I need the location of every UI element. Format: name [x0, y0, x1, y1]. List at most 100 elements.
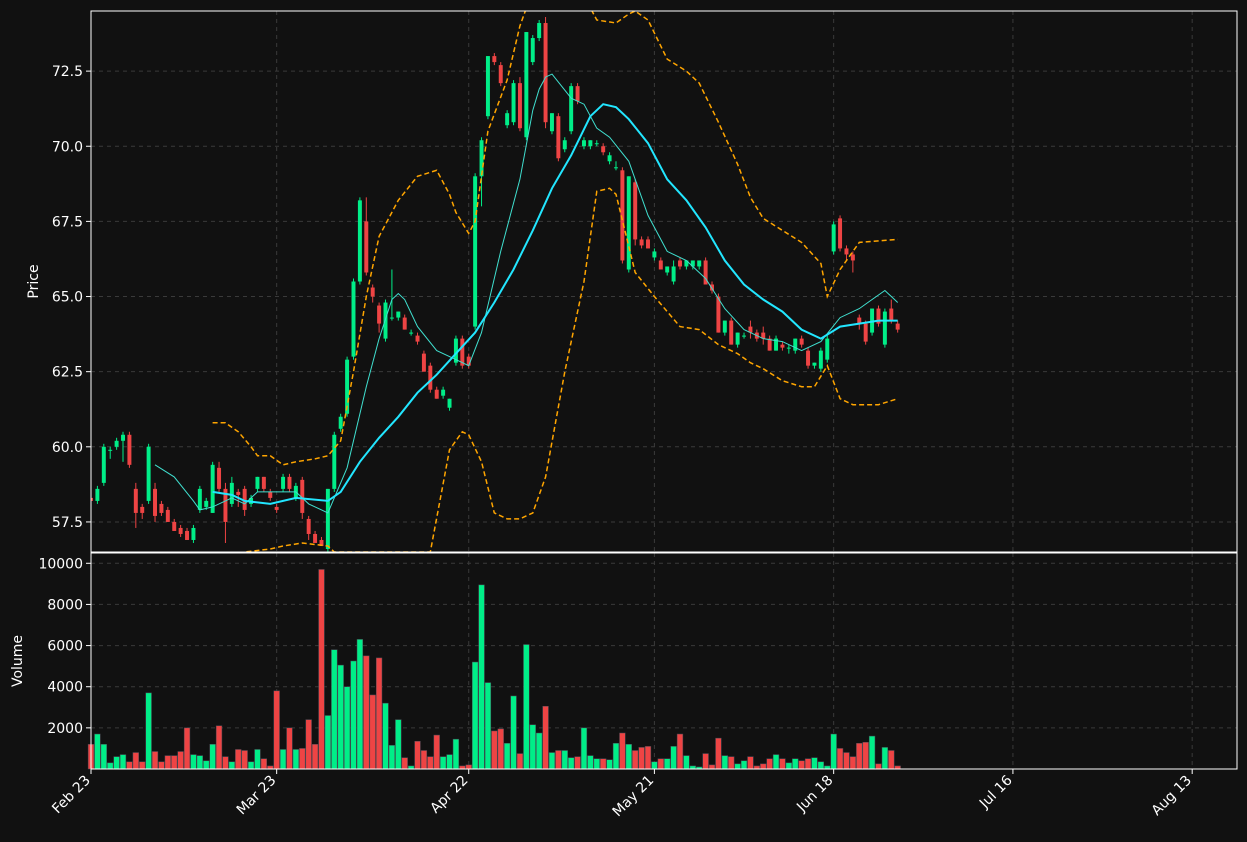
candle-body: [722, 320, 727, 333]
candle-body: [710, 284, 715, 291]
volume-bar: [721, 755, 728, 770]
volume-bar: [375, 657, 383, 770]
candle-body: [325, 488, 330, 549]
volume-bar: [427, 756, 434, 770]
volume-bar: [600, 758, 607, 770]
volume-bar: [395, 719, 402, 770]
candle-body: [159, 503, 164, 513]
volume-bar: [472, 661, 479, 770]
candle-body: [601, 146, 606, 153]
candle-body: [780, 344, 785, 348]
volume-bar: [286, 727, 293, 770]
volume-bar: [632, 750, 639, 770]
volume-bar: [606, 759, 613, 770]
volume-bar: [830, 733, 837, 770]
candle-body: [473, 176, 478, 327]
candle-body: [882, 311, 887, 345]
volume-tick-label: 4000: [47, 680, 83, 696]
volume-bar: [446, 754, 453, 770]
volume-bar: [702, 753, 709, 770]
volume-bar: [260, 758, 267, 770]
volume-tick-label: 10000: [38, 556, 83, 572]
candle-body: [229, 482, 234, 504]
volume-bar: [561, 750, 568, 770]
volume-bar: [772, 754, 780, 770]
volume-bar: [708, 764, 716, 770]
candle-body: [281, 476, 286, 489]
volume-bar: [612, 743, 620, 770]
candle-body: [306, 518, 311, 534]
candle-body: [812, 362, 817, 366]
candle-body: [274, 506, 279, 510]
candle-body: [127, 434, 132, 465]
candle-body: [172, 521, 177, 531]
candle-body: [575, 86, 580, 102]
candle-body: [825, 338, 830, 360]
candle-body: [421, 353, 426, 372]
candle-body: [767, 338, 772, 351]
candle-body: [889, 308, 894, 321]
candle-body: [850, 254, 855, 261]
candle-body: [665, 266, 670, 273]
volume-bar: [183, 727, 191, 770]
candle-body: [646, 239, 650, 249]
x-tick-label: Aug 13: [1149, 773, 1195, 819]
candle-body: [511, 83, 516, 123]
volume-bar: [510, 695, 517, 770]
candle-body: [165, 509, 170, 522]
candle-body: [178, 527, 183, 534]
candle-body: [191, 527, 196, 540]
volume-bar: [862, 742, 869, 770]
candle-body: [505, 113, 510, 126]
volume-bar: [382, 702, 389, 770]
volume-bar: [478, 584, 485, 770]
candle-body: [338, 416, 343, 429]
volume-bar: [574, 756, 581, 770]
volume-bar: [452, 738, 460, 770]
volume-frame: [90, 552, 1238, 770]
volume-bar: [100, 744, 107, 770]
candle-body: [396, 311, 401, 318]
volume-bar: [760, 763, 767, 770]
volume-bar: [414, 740, 421, 770]
volume-bar: [587, 755, 594, 770]
price-frame: [90, 10, 1238, 553]
candle-body: [197, 488, 202, 510]
volume-bar: [126, 761, 133, 770]
x-tick-label: Mar 23: [234, 773, 280, 819]
volume-bar: [836, 748, 844, 770]
volume-bar: [779, 758, 786, 770]
candle-body: [607, 155, 612, 162]
volume-bar: [203, 760, 210, 770]
volume-tick-label: 8000: [47, 597, 83, 613]
candle-body: [402, 317, 407, 330]
candle-body: [498, 65, 503, 84]
candle-body: [543, 23, 548, 123]
price-panel: [91, 11, 900, 552]
volume-bar: [222, 756, 229, 770]
candle-body: [658, 260, 663, 270]
volume-tick-label: 6000: [47, 639, 83, 655]
price-axis-label: Price: [26, 264, 42, 298]
volume-bar: [516, 753, 524, 770]
volume-bar: [676, 733, 684, 770]
candle-body: [428, 365, 433, 390]
candle-body: [377, 305, 382, 324]
volume-bar: [465, 764, 472, 770]
candle-body: [639, 239, 644, 246]
candle-body: [844, 248, 849, 255]
volume-bar: [491, 730, 498, 770]
volume-bar: [504, 743, 511, 770]
volume-bar: [254, 749, 261, 770]
volume-bar: [843, 752, 850, 770]
volume-bar: [164, 755, 171, 770]
candle-body: [351, 281, 356, 357]
volume-bar: [145, 692, 152, 770]
volume-bar: [388, 745, 396, 770]
price-tick-label: 65.0: [52, 290, 83, 306]
candle-body: [261, 476, 266, 489]
candle-body: [101, 446, 106, 483]
volume-bar: [94, 733, 101, 770]
candle-body: [492, 56, 497, 63]
volume-bar: [619, 732, 626, 770]
